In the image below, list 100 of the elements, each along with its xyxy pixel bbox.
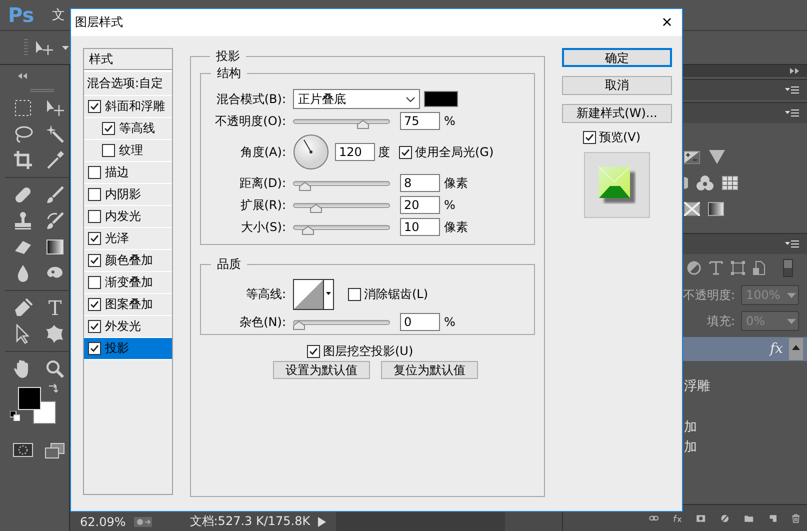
move-icon[interactable] (45, 98, 65, 118)
lasso-icon[interactable] (13, 124, 33, 144)
play-icon[interactable] (318, 516, 326, 526)
item-label: 投影 (105, 340, 129, 357)
checkbox[interactable] (88, 254, 101, 267)
field-label: 不透明度: (682, 286, 735, 304)
action-button[interactable]: 确定 (562, 48, 672, 67)
shape-icon[interactable] (45, 324, 65, 344)
style-preview-drawing (598, 166, 636, 204)
pen-icon[interactable] (13, 298, 33, 318)
checkbox[interactable] (583, 131, 596, 144)
caret-icon[interactable] (62, 46, 69, 50)
angle-dial[interactable] (293, 134, 329, 170)
slider-thumb[interactable] (310, 204, 322, 212)
screen-mode-icon[interactable] (45, 443, 65, 459)
slider-thumb[interactable] (293, 320, 305, 330)
close-button[interactable]: × (652, 9, 682, 36)
field-label: 混合模式(B): (215, 90, 287, 108)
item-label: 内发光 (105, 208, 141, 225)
quick-mask-icon[interactable] (13, 443, 33, 457)
checkbox[interactable] (88, 166, 101, 179)
adjustment-filter-icon[interactable] (687, 261, 701, 275)
checkbox[interactable] (88, 320, 101, 333)
list-item[interactable]: 内阴影 (84, 184, 172, 206)
exposure-icon[interactable] (684, 150, 700, 164)
list-item[interactable]: 投影 (84, 338, 172, 360)
slider-thumb[interactable] (356, 120, 369, 128)
default-button[interactable]: 复位为默认值 (381, 361, 478, 379)
menu-item[interactable]: 文 (52, 6, 66, 24)
shape-filter-icon[interactable] (731, 261, 745, 275)
grid-icon[interactable] (722, 176, 738, 190)
eyedropper-icon[interactable] (45, 150, 65, 170)
item-label: 内阴影 (105, 186, 141, 203)
three-circles-icon[interactable] (696, 175, 714, 191)
color-swatch[interactable] (424, 91, 458, 107)
magic-wand-icon[interactable] (45, 124, 65, 144)
contour-picker[interactable] (293, 278, 334, 310)
gradient-map-icon[interactable] (708, 202, 724, 216)
swap-icon[interactable] (48, 383, 58, 393)
slider-thumb[interactable] (298, 182, 311, 190)
list-item[interactable]: 纹理 (84, 140, 172, 162)
stamp-icon[interactable] (13, 211, 33, 231)
checkbox[interactable] (102, 122, 115, 135)
crossed-box-icon[interactable] (684, 202, 700, 216)
checkbox[interactable] (88, 188, 101, 201)
slider-thumb[interactable] (302, 226, 314, 234)
unit-label: 度 (378, 144, 390, 160)
panel-menu-icon[interactable] (785, 109, 799, 117)
checkbox[interactable] (102, 144, 115, 157)
type-tool-icon[interactable]: T (45, 298, 65, 318)
brush-icon[interactable] (45, 185, 65, 205)
list-item[interactable]: 光泽 (84, 228, 172, 250)
number-field[interactable]: 20 (400, 196, 440, 214)
filter-toggle-icon[interactable] (783, 259, 793, 277)
expand-icon[interactable] (790, 68, 799, 74)
number-field[interactable]: 120 (335, 143, 375, 161)
number-field[interactable]: 8 (400, 174, 440, 192)
list-item[interactable]: 内发光 (84, 206, 172, 228)
checkbox[interactable] (88, 232, 101, 245)
number-field[interactable]: 10 (400, 218, 440, 236)
collapse-icon[interactable] (18, 73, 27, 79)
list-item[interactable]: 斜面和浮雕 (84, 96, 172, 118)
default-button[interactable]: 设置为默认值 (273, 361, 370, 379)
list-item[interactable]: 颜色叠加 (84, 250, 172, 272)
section-title: 投影 (215, 48, 241, 65)
gradient-icon[interactable] (45, 237, 65, 257)
list-item[interactable]: 描边 (84, 162, 172, 184)
checkbox-label: 使用全局光(G) (415, 144, 494, 160)
checkbox[interactable] (348, 288, 361, 300)
number-field[interactable]: 0 (400, 313, 440, 331)
default-colors-icon[interactable] (10, 411, 20, 421)
history-brush-icon[interactable] (45, 211, 65, 231)
triangle-icon[interactable] (708, 149, 726, 165)
checkbox[interactable] (88, 298, 101, 311)
panel-menu-icon[interactable] (785, 86, 799, 94)
type-filter-icon[interactable] (709, 261, 723, 275)
smart-object-filter-icon[interactable] (753, 261, 765, 275)
action-button[interactable]: 新建样式(W)... (562, 104, 672, 123)
list-item[interactable]: 渐变叠加 (84, 272, 172, 294)
number-field[interactable]: 75 (400, 112, 440, 130)
checkbox[interactable] (88, 210, 101, 223)
action-button[interactable]: 取消 (562, 76, 672, 95)
panel-menu-icon[interactable] (785, 240, 799, 248)
field-label: 距离(D): (238, 174, 287, 192)
checkbox[interactable] (307, 344, 320, 358)
checkbox[interactable] (88, 100, 101, 113)
list-item[interactable]: 混合选项:自定 (84, 70, 172, 96)
marquee-icon[interactable] (13, 98, 33, 118)
chevron-icon[interactable] (406, 96, 415, 102)
list-item[interactable]: 等高线 (84, 118, 172, 140)
checkbox[interactable] (399, 146, 412, 158)
list-item[interactable]: 图案叠加 (84, 294, 172, 316)
item-label: 光泽 (105, 230, 129, 247)
checkbox[interactable] (88, 342, 101, 355)
search-icon[interactable] (45, 359, 65, 379)
move-icon[interactable] (34, 38, 56, 56)
checkbox[interactable] (88, 276, 101, 289)
crop-icon[interactable] (13, 150, 33, 170)
item-label: 描边 (105, 164, 129, 181)
blend-mode-dropdown[interactable]: 正片叠底 (293, 89, 420, 109)
